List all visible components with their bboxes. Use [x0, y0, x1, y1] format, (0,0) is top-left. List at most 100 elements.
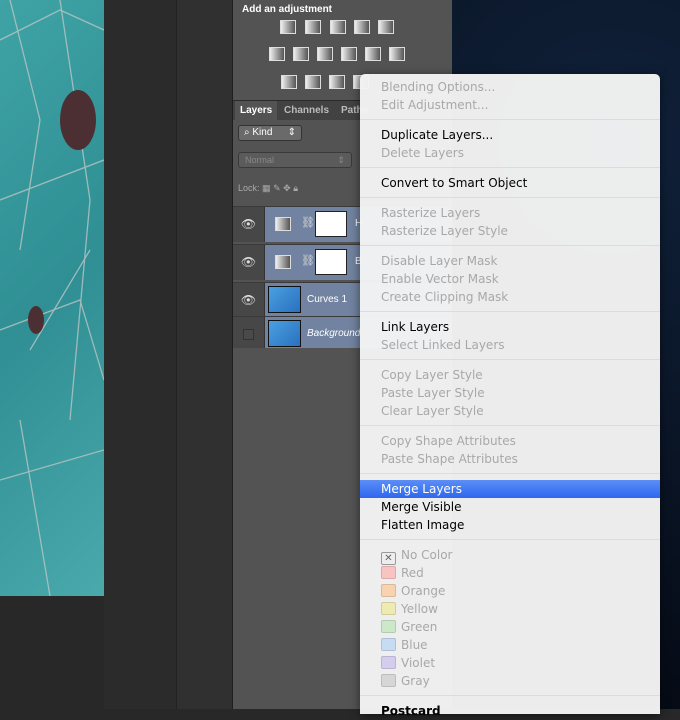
- color-label: Blue: [401, 638, 428, 652]
- menu-separator: [360, 192, 660, 204]
- menu-item-flatten-image[interactable]: Flatten Image: [360, 516, 660, 534]
- blend-mode-value: Normal: [245, 155, 275, 165]
- tab-layers[interactable]: Layers: [235, 101, 278, 121]
- curves-icon[interactable]: [330, 20, 346, 34]
- color-balance-icon[interactable]: [293, 47, 309, 61]
- menu-item-enable-vector-mask[interactable]: Enable Vector Mask: [360, 270, 660, 288]
- lock-position-icon[interactable]: ✥: [283, 183, 291, 193]
- layer-mask-thumbnail: [315, 249, 347, 275]
- layer-name: Curves 1: [307, 294, 348, 305]
- lock-row: Lock: ▦ ✎ ✥ 🔒︎: [238, 183, 298, 194]
- menu-item-rasterize-layers[interactable]: Rasterize Layers: [360, 204, 660, 222]
- panel-dock-strip: [176, 0, 232, 709]
- channel-mixer-icon[interactable]: [365, 47, 381, 61]
- menu-item-delete-layers[interactable]: Delete Layers: [360, 144, 660, 162]
- menu-item-color-gray[interactable]: Gray: [360, 672, 660, 690]
- menu-item-color-yellow[interactable]: Yellow: [360, 600, 660, 618]
- visibility-toggle[interactable]: [233, 317, 265, 348]
- hue-saturation-icon[interactable]: [269, 47, 285, 61]
- menu-item-color-red[interactable]: Red: [360, 564, 660, 582]
- levels-icon[interactable]: [305, 20, 321, 34]
- color-label: No Color: [401, 548, 453, 562]
- color-label: Gray: [401, 674, 430, 688]
- menu-separator: [360, 354, 660, 366]
- color-swatch: [381, 566, 396, 579]
- menu-separator: [360, 534, 660, 546]
- menu-separator: [360, 468, 660, 480]
- color-lookup-icon[interactable]: [389, 47, 405, 61]
- layer-thumbnail: [268, 320, 301, 347]
- color-swatch: [381, 656, 396, 669]
- layer-name: Background: [307, 328, 361, 339]
- menu-item-create-clipping-mask[interactable]: Create Clipping Mask: [360, 288, 660, 306]
- lock-transparent-icon[interactable]: ▦: [262, 183, 271, 193]
- color-label: Orange: [401, 584, 446, 598]
- layer-thumbnail: [268, 286, 301, 313]
- menu-item-merge-layers[interactable]: Merge Layers: [360, 480, 660, 498]
- color-label: Violet: [401, 656, 436, 670]
- updown-icon: ⇕: [337, 155, 345, 165]
- filter-kind-select[interactable]: ⌕ Kind ⇕: [238, 125, 302, 141]
- menu-item-paste-shape-attributes[interactable]: Paste Shape Attributes: [360, 450, 660, 468]
- invert-icon[interactable]: [281, 75, 297, 89]
- menu-separator: [360, 420, 660, 432]
- menu-separator: [360, 306, 660, 318]
- lock-all-icon[interactable]: 🔒︎: [293, 183, 298, 193]
- hue-saturation-icon: [275, 217, 291, 231]
- layer-mask-thumbnail: [315, 211, 347, 237]
- eye-icon[interactable]: 👁︎: [233, 283, 265, 316]
- vibrance-icon[interactable]: [378, 20, 394, 34]
- menu-item-edit-adjustment[interactable]: Edit Adjustment...: [360, 96, 660, 114]
- menu-item-paste-layer-style[interactable]: Paste Layer Style: [360, 384, 660, 402]
- color-label: Yellow: [401, 602, 438, 616]
- black-white-icon[interactable]: [317, 47, 333, 61]
- exposure-icon[interactable]: [354, 20, 370, 34]
- color-swatch: [381, 584, 396, 597]
- adjustments-title: Add an adjustment: [242, 4, 333, 15]
- menu-item-color-green[interactable]: Green: [360, 618, 660, 636]
- link-icon: ⛓: [301, 217, 315, 229]
- updown-icon: ⇕: [287, 127, 296, 138]
- context-menu: Blending Options... Edit Adjustment... Dup…: [360, 74, 660, 718]
- lock-brush-icon[interactable]: ✎: [273, 183, 281, 193]
- menu-item-clear-layer-style[interactable]: Clear Layer Style: [360, 402, 660, 420]
- eye-icon[interactable]: 👁︎: [233, 207, 265, 242]
- color-label: Green: [401, 620, 438, 634]
- photo-filter-icon[interactable]: [341, 47, 357, 61]
- tab-channels[interactable]: Channels: [284, 105, 329, 116]
- menu-separator: [360, 162, 660, 174]
- menu-separator: [360, 114, 660, 126]
- lock-label: Lock:: [238, 183, 260, 193]
- menu-item-select-linked-layers[interactable]: Select Linked Layers: [360, 336, 660, 354]
- color-swatch: [381, 638, 396, 651]
- black-white-icon: [275, 255, 291, 269]
- menu-item-convert-to-smart-object[interactable]: Convert to Smart Object: [360, 174, 660, 192]
- menu-item-blending-options[interactable]: Blending Options...: [360, 78, 660, 96]
- menu-item-color-blue[interactable]: Blue: [360, 636, 660, 654]
- threshold-icon[interactable]: [329, 75, 345, 89]
- menu-item-postcard[interactable]: Postcard: [360, 702, 660, 720]
- menu-item-color-violet[interactable]: Violet: [360, 654, 660, 672]
- menu-item-rasterize-layer-style[interactable]: Rasterize Layer Style: [360, 222, 660, 240]
- menu-separator: [360, 690, 660, 702]
- eye-icon[interactable]: 👁︎: [233, 245, 265, 280]
- menu-item-link-layers[interactable]: Link Layers: [360, 318, 660, 336]
- menu-item-copy-shape-attributes[interactable]: Copy Shape Attributes: [360, 432, 660, 450]
- blend-mode-select[interactable]: Normal ⇕: [238, 152, 352, 168]
- menu-item-copy-layer-style[interactable]: Copy Layer Style: [360, 366, 660, 384]
- color-swatch: [381, 620, 396, 633]
- menu-item-disable-layer-mask[interactable]: Disable Layer Mask: [360, 252, 660, 270]
- canvas-image: [0, 0, 104, 596]
- link-icon: ⛓: [301, 255, 315, 267]
- document-canvas[interactable]: [0, 0, 104, 596]
- menu-item-color-orange[interactable]: Orange: [360, 582, 660, 600]
- canvas-background: [104, 0, 176, 709]
- color-label: Red: [401, 566, 424, 580]
- posterize-icon[interactable]: [305, 75, 321, 89]
- menu-separator: [360, 240, 660, 252]
- menu-item-duplicate-layers[interactable]: Duplicate Layers...: [360, 126, 660, 144]
- color-swatch: [381, 602, 396, 615]
- menu-item-merge-visible[interactable]: Merge Visible: [360, 498, 660, 516]
- brightness-icon[interactable]: [280, 20, 296, 34]
- menu-item-color-no-color[interactable]: ✕ No Color: [360, 546, 660, 565]
